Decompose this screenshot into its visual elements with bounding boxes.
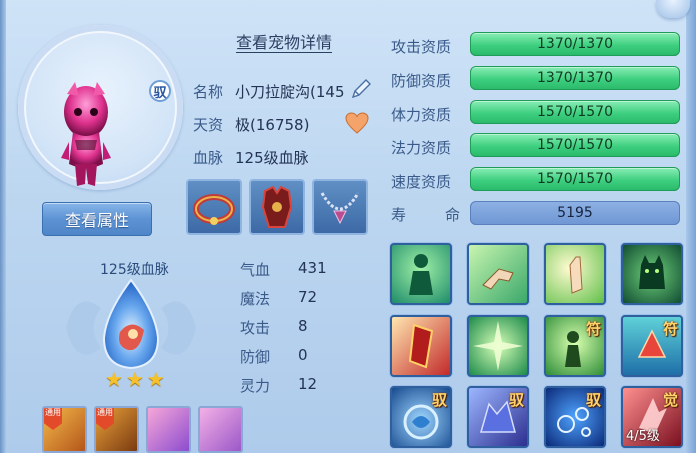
pet-detail-panel: 驭 查看属性 查看宠物详情 名称 小刀拉腚沟(145 天资 极(16758) 血… — [0, 0, 696, 453]
bottom-slot-2[interactable]: 通用 — [94, 406, 139, 453]
view-attributes-button[interactable]: 查看属性 — [42, 202, 152, 236]
green-burst-skill-icon — [473, 321, 523, 371]
edit-name-pencil-icon[interactable] — [349, 77, 373, 101]
skill-slot-5[interactable] — [390, 315, 452, 377]
red-shield-skill-icon — [408, 323, 434, 369]
stat-label-attack: 攻击 — [240, 319, 271, 337]
stat-label-hp: 气血 — [240, 261, 271, 279]
universal-tag: 通用 — [44, 408, 62, 430]
equipment-slot-collar[interactable] — [186, 179, 242, 235]
life-label-first: 寿 — [391, 206, 407, 224]
pet-name-value: 小刀拉腚沟(145 — [235, 83, 345, 101]
aptitude-value: 1370/1370 — [537, 70, 613, 86]
aptitude-bar-speed: 1570/1570 — [470, 167, 680, 191]
aptitude-value: 1570/1570 — [537, 137, 613, 153]
talent-value: 极(16758) — [235, 116, 310, 134]
hand-gesture-skill-icon — [482, 268, 514, 290]
stat-value-hp: 431 — [298, 259, 327, 277]
bottom-slot-3[interactable] — [146, 406, 191, 453]
talent-label: 天资 — [193, 116, 224, 134]
skill-level-text: 4/5级 — [626, 429, 660, 444]
aptitude-value: 1370/1370 — [537, 36, 613, 52]
collar-equipment-icon — [193, 194, 235, 225]
stat-label-mp: 魔法 — [240, 290, 271, 308]
stat-value-attack: 8 — [298, 317, 308, 335]
right-frame-border — [686, 0, 696, 453]
skill-slot-1[interactable] — [390, 243, 452, 305]
skill-slot-6[interactable] — [467, 315, 529, 377]
aptitude-label-defense: 防御资质 — [391, 72, 452, 90]
universal-tag: 通用 — [96, 408, 114, 430]
skill-slot-7[interactable]: 符 — [544, 315, 606, 377]
life-bar: 5195 — [470, 201, 680, 225]
ride-badge-icon: 驭 — [149, 80, 171, 102]
stat-label-spirit: 灵力 — [240, 377, 271, 395]
skill-slot-4[interactable] — [621, 243, 683, 305]
aptitude-label-speed: 速度资质 — [391, 173, 452, 191]
aptitude-label-stamina: 体力资质 — [391, 106, 452, 124]
stat-value-defense: 0 — [298, 346, 308, 364]
green-figure-skill-icon — [409, 254, 433, 295]
skill-slot-10[interactable]: 驭 — [467, 386, 529, 448]
star-icon: ★ — [146, 367, 165, 391]
stat-value-spirit: 12 — [298, 375, 318, 393]
equipment-slot-armor[interactable] — [249, 179, 305, 235]
corner-ornament — [656, 0, 690, 18]
view-pet-details-link[interactable]: 查看宠物详情 — [236, 33, 333, 53]
skill-badge: 觉 — [662, 391, 678, 409]
bottom-slot-1[interactable]: 通用 — [42, 406, 87, 453]
life-label-second: 命 — [445, 206, 461, 224]
skill-slot-12[interactable]: 觉 4/5级 — [621, 386, 683, 448]
skill-badge: 驭 — [585, 391, 601, 409]
aptitude-bar-stamina: 1570/1570 — [470, 100, 680, 124]
aptitude-bar-magic: 1570/1570 — [470, 133, 680, 157]
bloodline-label: 血脉 — [193, 149, 224, 167]
skill-slot-8[interactable]: 符 — [621, 315, 683, 377]
heart-icon[interactable] — [345, 112, 369, 134]
skill-badge: 符 — [662, 320, 678, 338]
name-label: 名称 — [193, 83, 224, 101]
aptitude-label-magic: 法力资质 — [391, 139, 452, 157]
skill-slot-11[interactable]: 驭 — [544, 386, 606, 448]
aptitude-value: 1570/1570 — [537, 104, 613, 120]
bloodline-star-rating: ★ ★ ★ — [105, 369, 165, 389]
left-frame-border — [0, 0, 6, 453]
bottom-slot-4[interactable] — [198, 406, 243, 453]
star-icon: ★ — [105, 367, 123, 391]
palm-light-skill-icon — [569, 256, 583, 294]
skill-slot-2[interactable] — [467, 243, 529, 305]
skill-slot-3[interactable] — [544, 243, 606, 305]
aptitude-value: 1570/1570 — [537, 171, 613, 187]
equipment-slot-necklace[interactable] — [312, 179, 368, 235]
green-cat-skill-icon — [639, 255, 665, 289]
aptitude-label-attack: 攻击资质 — [391, 38, 452, 56]
skill-badge: 驭 — [508, 391, 524, 409]
stat-value-mp: 72 — [298, 288, 318, 306]
skill-badge: 驭 — [431, 391, 447, 409]
aptitude-bar-defense: 1370/1370 — [470, 66, 680, 90]
pet-model-image — [61, 82, 111, 186]
armor-equipment-icon — [261, 185, 293, 228]
star-icon: ★ — [125, 367, 144, 391]
stat-label-defense: 防御 — [240, 348, 271, 366]
life-value: 5195 — [557, 205, 593, 221]
bloodline-value: 125级血脉 — [235, 149, 309, 167]
skill-badge: 符 — [585, 320, 601, 338]
necklace-equipment-icon — [320, 192, 360, 225]
skill-slot-9[interactable]: 驭 — [390, 386, 452, 448]
aptitude-bar-attack: 1370/1370 — [470, 32, 680, 56]
